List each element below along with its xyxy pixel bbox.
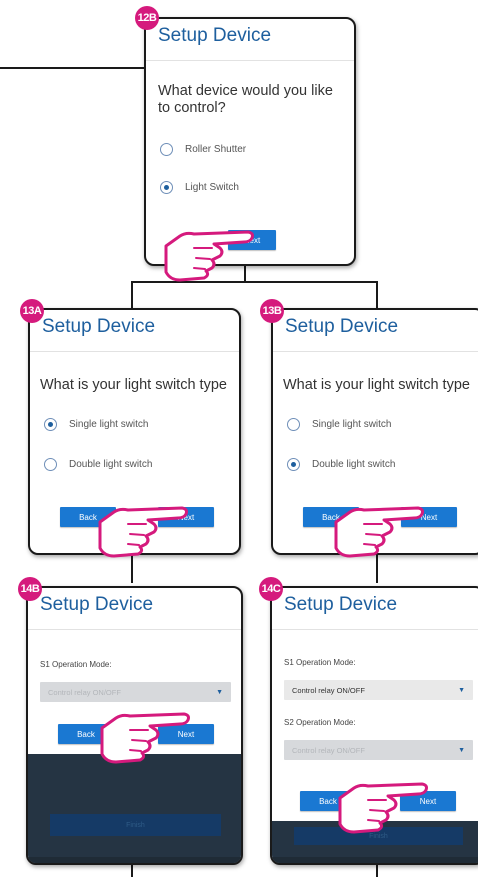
back-button[interactable]: Back: [60, 507, 116, 527]
title-divider: [272, 629, 478, 630]
option-roller-shutter[interactable]: Roller Shutter: [160, 143, 246, 156]
radio-icon[interactable]: [160, 143, 173, 156]
radio-selected-icon[interactable]: [44, 418, 57, 431]
bottom-strip: [272, 857, 478, 863]
step-badge-14b: 14B: [18, 577, 42, 601]
step-badge-14c: 14C: [259, 577, 283, 601]
option-label: Roller Shutter: [185, 144, 247, 155]
option-label: Double light switch: [312, 459, 396, 470]
next-button[interactable]: Next: [158, 507, 214, 527]
screen-14b: Setup Device S1 Operation Mode: Control …: [26, 586, 243, 865]
screen-13b: Setup Device What is your light switch t…: [271, 308, 478, 555]
option-label: Light Switch: [185, 182, 239, 193]
next-button[interactable]: Next: [158, 724, 214, 744]
screen-13a: Setup Device What is your light switch t…: [28, 308, 241, 555]
device-question: What device would you like to control?: [158, 83, 333, 116]
s2-operation-mode-select[interactable]: Control relay ON/OFF ▼: [284, 740, 473, 760]
screen-title: Setup Device: [284, 594, 398, 615]
select-value: Control relay ON/OFF: [292, 685, 365, 695]
next-button[interactable]: Next: [228, 230, 276, 250]
caret-down-icon: ▼: [216, 688, 223, 696]
next-button[interactable]: Next: [400, 791, 456, 811]
title-divider: [146, 60, 354, 61]
option-single-light-switch[interactable]: Single light switch: [287, 418, 391, 431]
switch-type-question: What is your light switch type: [40, 377, 227, 393]
option-double-light-switch[interactable]: Double light switch: [287, 458, 395, 471]
connector-branch-horizontal: [131, 281, 378, 283]
back-button[interactable]: Back: [303, 507, 359, 527]
option-label: Single light switch: [69, 419, 149, 430]
finish-button-dimmed: Finish: [294, 827, 463, 845]
connector-to-13b: [376, 281, 378, 308]
connector-to-13a: [131, 281, 133, 308]
s1-operation-mode-label: S1 Operation Mode:: [284, 658, 356, 667]
screen-title: Setup Device: [285, 316, 399, 337]
next-button[interactable]: Next: [401, 507, 457, 527]
radio-selected-icon[interactable]: [287, 458, 300, 471]
caret-down-icon: ▼: [458, 686, 465, 694]
caret-down-icon: ▼: [458, 746, 465, 754]
option-double-light-switch[interactable]: Double light switch: [44, 458, 152, 471]
option-light-switch[interactable]: Light Switch: [160, 181, 239, 194]
back-button[interactable]: Back: [300, 791, 356, 811]
screen-12b: Setup Device What device would you like …: [144, 17, 356, 266]
switch-type-question: What is your light switch type: [283, 377, 470, 393]
step-badge-13b: 13B: [260, 299, 284, 323]
screen-title: Setup Device: [42, 316, 156, 337]
option-single-light-switch[interactable]: Single light switch: [44, 418, 148, 431]
dimmed-background: Finish: [272, 821, 478, 863]
step-badge-13a: 13A: [20, 299, 44, 323]
screen-title: Setup Device: [40, 594, 154, 615]
finish-button-dimmed: Finish: [50, 814, 221, 836]
option-label: Double light switch: [69, 459, 153, 470]
s1-operation-mode-select[interactable]: Control relay ON/OFF ▼: [284, 680, 473, 700]
connector-13b-to-14c: [376, 551, 378, 583]
radio-selected-icon[interactable]: [160, 181, 173, 194]
screen-title: Setup Device: [158, 25, 272, 46]
back-button[interactable]: Back: [58, 724, 114, 744]
s1-operation-mode-label: S1 Operation Mode:: [40, 660, 112, 669]
connector-13a-to-14b: [131, 551, 133, 583]
option-label: Single light switch: [312, 419, 392, 430]
title-divider: [30, 351, 239, 352]
title-divider: [273, 351, 478, 352]
select-value: Control relay ON/OFF: [292, 745, 365, 755]
step-badge-12b: 12B: [135, 6, 159, 30]
title-divider: [28, 629, 241, 630]
bottom-strip: [28, 857, 241, 863]
select-value: Control relay ON/OFF: [48, 687, 121, 697]
screen-14c: Setup Device S1 Operation Mode: Control …: [270, 586, 478, 865]
s1-operation-mode-select[interactable]: Control relay ON/OFF ▼: [40, 682, 231, 702]
connector-left-horizontal: [0, 67, 145, 69]
radio-icon[interactable]: [44, 458, 57, 471]
dimmed-background: Finish: [28, 754, 241, 863]
s2-operation-mode-label: S2 Operation Mode:: [284, 718, 356, 727]
radio-icon[interactable]: [287, 418, 300, 431]
